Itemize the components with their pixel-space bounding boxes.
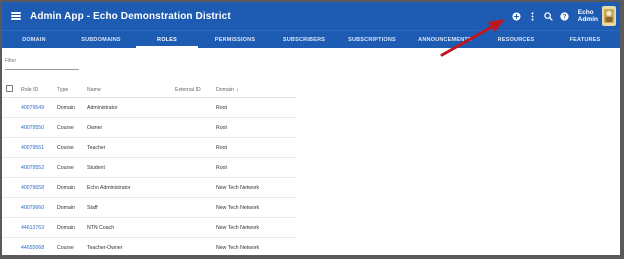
row-checkbox-cell xyxy=(2,97,21,118)
type-cell: Course xyxy=(57,237,87,255)
row-checkbox-cell xyxy=(2,197,21,218)
role-id-cell[interactable]: 44655068 xyxy=(21,237,57,255)
column-header-type[interactable]: Type xyxy=(57,82,87,98)
row-checkbox-cell xyxy=(2,137,21,158)
column-header-external-id[interactable]: External ID xyxy=(175,82,216,98)
table-body: 40079549 Domain Administrator Root 40079550 C… xyxy=(2,97,296,255)
tab-subdomains[interactable]: SUBDOMAINS xyxy=(66,31,136,48)
domain-cell: Root xyxy=(216,97,296,118)
role-id-cell[interactable]: 44613763 xyxy=(21,217,57,238)
column-header-role-id[interactable]: Role ID xyxy=(21,82,57,98)
external-id-cell xyxy=(175,217,216,238)
filter-field xyxy=(5,58,79,70)
tab-announcements[interactable]: ANNOUNCEMENTS xyxy=(408,31,482,48)
column-header-domain-label: Domain xyxy=(216,86,234,93)
table-row[interactable]: 44655068 Course Teacher-Owner New Tech Netw… xyxy=(2,237,296,255)
name-cell: Administrator xyxy=(87,97,175,118)
arrow-down-icon: ↓ xyxy=(235,86,239,93)
domain-cell: New Tech Network xyxy=(216,217,296,238)
type-cell: Domain xyxy=(57,97,87,118)
row-checkbox-cell xyxy=(2,117,21,138)
name-cell: Owner xyxy=(87,117,175,138)
row-checkbox-cell xyxy=(2,217,21,238)
column-header-name[interactable]: Name xyxy=(87,82,175,98)
tab-domain[interactable]: DOMAIN xyxy=(2,31,66,48)
search-icon[interactable] xyxy=(542,2,556,30)
name-cell: Teacher xyxy=(87,137,175,158)
roles-table: Role ID Type Name External ID Domain ↓ 40… xyxy=(2,82,296,255)
domain-cell: Root xyxy=(216,117,296,138)
domain-cell: New Tech Network xyxy=(216,177,296,198)
type-cell: Course xyxy=(57,117,87,138)
domain-cell: New Tech Network xyxy=(216,197,296,218)
select-all-header xyxy=(2,82,21,98)
row-checkbox-cell xyxy=(2,157,21,178)
external-id-cell xyxy=(175,97,216,118)
type-cell: Domain xyxy=(57,197,87,218)
add-circle-icon[interactable] xyxy=(510,2,524,30)
name-cell: Staff xyxy=(87,197,175,218)
table-row[interactable]: 40079658 Domain Echo Administrator New Tech… xyxy=(2,177,296,198)
table-header-row: Role ID Type Name External ID Domain ↓ xyxy=(2,82,296,98)
external-id-cell xyxy=(175,137,216,158)
select-all-checkbox[interactable] xyxy=(6,85,13,92)
hamburger-menu-icon[interactable] xyxy=(11,12,21,20)
external-id-cell xyxy=(175,237,216,255)
row-checkbox-cell xyxy=(2,237,21,255)
type-cell: Course xyxy=(57,157,87,178)
domain-cell: Root xyxy=(216,137,296,158)
tab-permissions[interactable]: PERMISSIONS xyxy=(198,31,272,48)
name-cell: Echo Administrator xyxy=(87,177,175,198)
filter-input[interactable] xyxy=(5,58,79,64)
type-cell: Domain xyxy=(57,177,87,198)
external-id-cell xyxy=(175,177,216,198)
role-id-cell[interactable]: 40079550 xyxy=(21,117,57,138)
tab-roles[interactable]: ROLES xyxy=(136,31,198,48)
tab-bar: DOMAIN SUBDOMAINS ROLES PERMISSIONS SUBS… xyxy=(2,30,620,48)
table-row[interactable]: 40079552 Course Student Root xyxy=(2,157,296,178)
user-name[interactable]: Echo Admin xyxy=(578,9,598,23)
app-window: Admin App - Echo Demonstration District … xyxy=(2,2,620,255)
external-id-cell xyxy=(175,197,216,218)
type-cell: Domain xyxy=(57,217,87,238)
role-id-cell[interactable]: 40079549 xyxy=(21,97,57,118)
name-cell: NTN Coach xyxy=(87,217,175,238)
table-row[interactable]: 40079550 Course Owner Root xyxy=(2,117,296,138)
role-id-cell[interactable]: 40079552 xyxy=(21,157,57,178)
name-cell: Student xyxy=(87,157,175,178)
avatar-icon[interactable] xyxy=(602,6,616,26)
help-icon[interactable]: ? xyxy=(558,2,572,30)
domain-cell: New Tech Network xyxy=(216,237,296,255)
domain-cell: Root xyxy=(216,157,296,178)
role-id-cell[interactable]: 40079551 xyxy=(21,137,57,158)
type-cell: Course xyxy=(57,137,87,158)
tab-subscriptions[interactable]: SUBSCRIPTIONS xyxy=(336,31,408,48)
more-vert-icon[interactable] xyxy=(526,2,540,30)
name-cell: Teacher-Owner xyxy=(87,237,175,255)
app-title: Admin App - Echo Demonstration District xyxy=(30,10,231,22)
app-bar: Admin App - Echo Demonstration District … xyxy=(2,2,620,30)
tab-subscribers[interactable]: SUBSCRIBERS xyxy=(272,31,336,48)
table-row[interactable]: 40079551 Course Teacher Root xyxy=(2,137,296,158)
svg-text:?: ? xyxy=(563,13,567,20)
row-checkbox-cell xyxy=(2,177,21,198)
role-id-cell[interactable]: 40079658 xyxy=(21,177,57,198)
table-row[interactable]: 44613763 Domain NTN Coach New Tech Network xyxy=(2,217,296,238)
column-header-domain[interactable]: Domain ↓ xyxy=(216,82,296,98)
table-row[interactable]: 40079549 Domain Administrator Root xyxy=(2,97,296,118)
role-id-cell[interactable]: 40079660 xyxy=(21,197,57,218)
tab-resources[interactable]: RESOURCES xyxy=(482,31,550,48)
tab-features[interactable]: FEATURES xyxy=(550,31,620,48)
app-bar-actions: ? Echo Admin xyxy=(510,2,620,30)
external-id-cell xyxy=(175,157,216,178)
table-row[interactable]: 40079660 Domain Staff New Tech Network xyxy=(2,197,296,218)
external-id-cell xyxy=(175,117,216,138)
